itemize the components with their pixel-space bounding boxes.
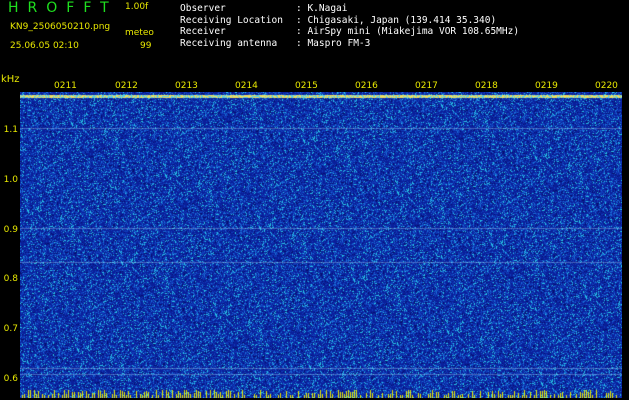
y-tick-label: 1.1 xyxy=(3,125,18,135)
x-tick-label: 0215 xyxy=(295,81,318,91)
info-value: : AirSpy mini (Miakejima VOR 108.65MHz) xyxy=(296,26,520,37)
info-label: Receiver xyxy=(180,26,226,37)
y-tick-label: 0.9 xyxy=(3,225,18,235)
x-tick-label: 0220 xyxy=(595,81,618,91)
info-label: Receiving antenna xyxy=(180,37,278,49)
x-tick-label: 0219 xyxy=(535,81,558,91)
x-tick-label: 0211 xyxy=(54,81,77,91)
info-value: : Maspro FM-3 xyxy=(296,37,371,49)
info-row-receiver: Receiver : AirSpy mini (Miakejima VOR 108… xyxy=(180,26,519,38)
info-label: Observer xyxy=(180,3,226,14)
filename-label: KN9_2506050210.png xyxy=(10,22,111,32)
y-tick-label: 0.8 xyxy=(3,274,18,284)
x-tick-label: 0217 xyxy=(415,81,438,91)
x-tick-label: 0213 xyxy=(175,81,198,91)
x-tick-label: 0216 xyxy=(355,81,378,91)
count-label: 99 xyxy=(140,41,152,51)
y-tick-label: 0.6 xyxy=(3,374,18,384)
info-value: : K.Nagai xyxy=(296,3,348,14)
meteo-label: meteo xyxy=(125,28,154,38)
app-title: HROFFT xyxy=(8,0,118,16)
y-tick-label: 1.0 xyxy=(3,175,18,185)
y-tick-label: 0.7 xyxy=(3,324,18,334)
timestamp-label: 25.06.05 02:10 xyxy=(10,41,79,51)
info-value: : Chigasaki, Japan (139.414 35.340) xyxy=(296,14,497,26)
spectrogram-waterfall xyxy=(20,92,622,398)
station-info: Observer : K.Nagai Receiving Location : Ch… xyxy=(180,3,519,49)
info-row-observer: Observer : K.Nagai xyxy=(180,3,519,15)
y-axis-unit: kHz xyxy=(1,74,20,85)
x-tick-label: 0214 xyxy=(235,81,258,91)
x-tick-label: 0212 xyxy=(115,81,138,91)
info-label: Receiving Location xyxy=(180,14,283,26)
info-row-antenna: Receiving antenna : Maspro FM-3 xyxy=(180,38,519,50)
version-label: 1.00f xyxy=(125,2,149,12)
info-row-location: Receiving Location : Chigasaki, Japan (13… xyxy=(180,15,519,27)
x-tick-label: 0218 xyxy=(475,81,498,91)
